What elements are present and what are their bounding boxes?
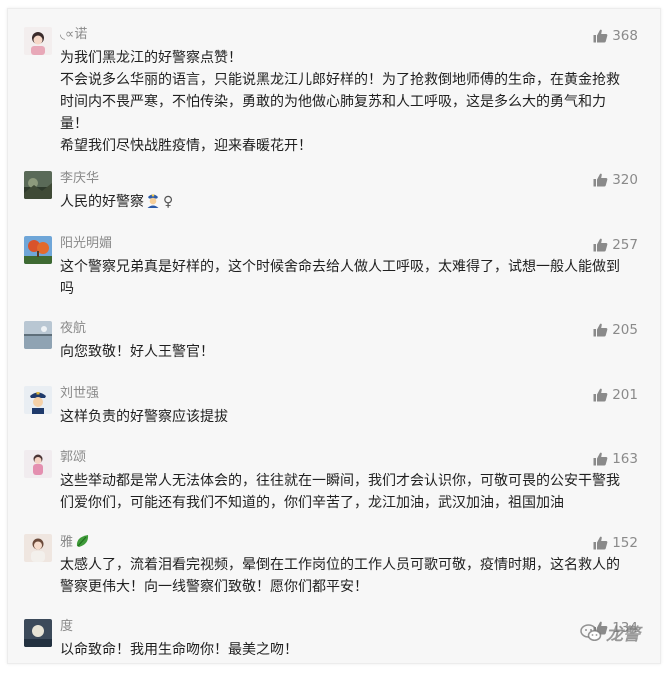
comment-text: 这个警察兄弟真是好样的，这个时候舍命去给人做人工呼吸，太难得了，试想一般人能做到… xyxy=(60,256,632,300)
thumbs-up-icon xyxy=(593,173,608,187)
commenter-name-text: 雅 xyxy=(60,535,74,550)
like-count: 368 xyxy=(612,28,638,44)
comment-text: 向您致敬！好人王警官！ xyxy=(60,341,632,363)
thumbs-up-icon xyxy=(593,238,608,252)
commenter-name[interactable]: 雅 xyxy=(60,534,91,553)
thumbs-up-icon xyxy=(593,452,608,466)
leaf-emoji-icon xyxy=(75,534,91,553)
commenter-name[interactable]: 阳光明媚 xyxy=(60,236,112,252)
commenter-name[interactable]: ◟∝诺 xyxy=(60,27,87,43)
like-button[interactable]: 201 xyxy=(593,386,638,404)
avatar[interactable] xyxy=(24,386,52,414)
like-count: 201 xyxy=(612,387,638,403)
comment-line: 不会说多么华丽的语言，只能说黑龙江儿郎好样的！为了抢救倒地师傅的生命，在黄金抢救… xyxy=(60,72,620,132)
comment-line: 为我们黑龙江的好警察点赞！ xyxy=(60,50,242,66)
watermark-text: 龙警 xyxy=(606,625,640,645)
comment-text: 这些举动都是常人无法体会的，往往就在一瞬间，我们才会认识你，可敬可畏的公安干警我… xyxy=(60,470,632,514)
comment-line: 向您致敬！好人王警官！ xyxy=(60,344,214,360)
comment-line: 希望我们尽快战胜疫情，迎来春暖花开！ xyxy=(60,138,312,154)
watermark: 龙警 xyxy=(580,620,640,645)
avatar[interactable] xyxy=(24,27,52,55)
commenter-name[interactable]: 度 xyxy=(60,619,73,635)
commenter-name[interactable]: 刘世强 xyxy=(60,386,99,402)
like-button[interactable]: 368 xyxy=(593,27,638,45)
comment-line: 太感人了，流着泪看完视频，晕倒在工作岗位的工作人员可歌可敬，疫情时期，这名救人的… xyxy=(60,557,620,595)
comment-line: 这些举动都是常人无法体会的，往往就在一瞬间，我们才会认识你，可敬可畏的公安干警我… xyxy=(60,473,620,511)
like-button[interactable]: 205 xyxy=(593,321,638,339)
comments-panel: ◟∝诺 368 为我们黑龙江的好警察点赞！ 不会说多么华丽的语言，只能说黑龙江儿… xyxy=(7,8,661,664)
thumbs-up-icon xyxy=(593,536,608,550)
avatar[interactable] xyxy=(24,236,52,264)
like-button[interactable]: 257 xyxy=(593,236,638,254)
comment-text-part: ♀ xyxy=(163,194,174,210)
comment-text: 太感人了，流着泪看完视频，晕倒在工作岗位的工作人员可歌可敬，疫情时期，这名救人的… xyxy=(60,554,632,598)
avatar[interactable] xyxy=(24,619,52,647)
like-button[interactable]: 163 xyxy=(593,450,638,468)
avatar[interactable] xyxy=(24,171,52,199)
comment-line: 以命致命！我用生命吻你！最美之吻！ xyxy=(60,642,298,658)
like-button[interactable]: 320 xyxy=(593,171,638,189)
comment-text: 为我们黑龙江的好警察点赞！ 不会说多么华丽的语言，只能说黑龙江儿郎好样的！为了抢… xyxy=(60,47,632,157)
like-count: 320 xyxy=(612,172,638,188)
wechat-icon xyxy=(580,623,602,641)
like-count: 163 xyxy=(612,451,638,467)
like-count: 205 xyxy=(612,322,638,338)
thumbs-up-icon xyxy=(593,388,608,402)
avatar[interactable] xyxy=(24,534,52,562)
like-count: 257 xyxy=(612,237,638,253)
comment-line: 这个警察兄弟真是好样的，这个时候舍命去给人做人工呼吸，太难得了，试想一般人能做到… xyxy=(60,259,620,297)
thumbs-up-icon xyxy=(593,323,608,337)
thumbs-up-icon xyxy=(593,29,608,43)
comment-text-part: 人民的好警察 xyxy=(60,194,144,210)
comment-text: 这样负责的好警察应该提拔 xyxy=(60,406,632,428)
like-count: 152 xyxy=(612,535,638,551)
comment-line: 这样负责的好警察应该提拔 xyxy=(60,409,228,425)
police-officer-emoji-icon xyxy=(145,192,161,215)
commenter-name[interactable]: 李庆华 xyxy=(60,171,99,187)
comment-text: 以命致命！我用生命吻你！最美之吻！ xyxy=(60,639,632,661)
comment-text: 人民的好警察 ♀ xyxy=(60,191,632,215)
like-button[interactable]: 152 xyxy=(593,534,638,552)
commenter-name[interactable]: 夜航 xyxy=(60,321,86,337)
commenter-name[interactable]: 郭颂 xyxy=(60,450,86,466)
avatar[interactable] xyxy=(24,450,52,478)
avatar[interactable] xyxy=(24,321,52,349)
